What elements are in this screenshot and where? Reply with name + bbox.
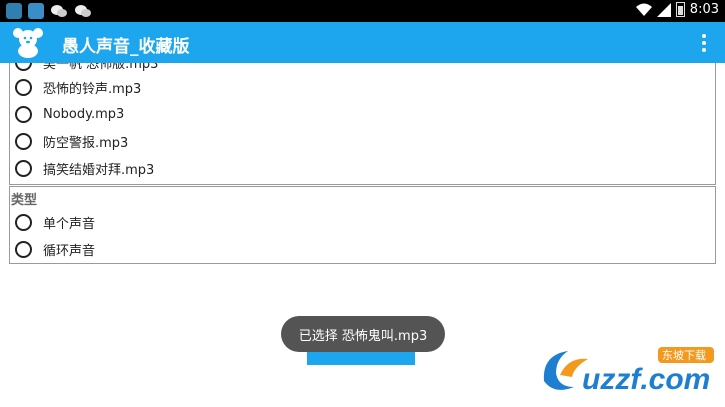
wechat-icon <box>51 5 67 17</box>
sound-item-label: Nobody.mp3 <box>43 107 125 122</box>
type-option[interactable]: 单个声音 <box>10 209 95 236</box>
sound-item[interactable]: 防空警报.mp3 <box>10 128 128 155</box>
radio-button[interactable] <box>15 241 32 258</box>
sound-item[interactable]: 搞笑结婚对拜.mp3 <box>10 155 154 182</box>
svg-text:东坡下载: 东坡下载 <box>662 349 706 362</box>
signal-icon <box>656 2 671 17</box>
toast-message: 已选择 恐怖鬼叫.mp3 <box>281 316 445 352</box>
app-title: 愚人声音_收藏版 <box>62 37 190 57</box>
notification-icons <box>6 3 92 19</box>
action-bar: 愚人声音_收藏版 <box>0 22 725 63</box>
type-option-label: 单个声音 <box>43 217 96 232</box>
battery-icon <box>675 2 685 17</box>
svg-text:uzzf.com: uzzf.com <box>582 363 710 396</box>
sound-item-label: 吴一帆 恐怖版.mp3 <box>43 63 159 72</box>
system-status: 8:03 <box>635 2 719 17</box>
bear-app-icon <box>28 3 44 19</box>
type-option[interactable]: 循环声音 <box>10 236 95 263</box>
sound-item-label: 恐怖的铃声.mp3 <box>43 82 142 97</box>
radio-button[interactable] <box>15 160 32 177</box>
radio-button[interactable] <box>15 106 32 123</box>
sound-item-label: 搞笑结婚对拜.mp3 <box>43 163 155 178</box>
radio-button[interactable] <box>15 79 32 96</box>
type-option-label: 循环声音 <box>43 244 96 259</box>
uzzf-watermark-logo: uzzf.com 东坡下载 <box>543 347 714 396</box>
bear-app-icon <box>6 3 22 19</box>
sound-item[interactable]: 恐怖的铃声.mp3 <box>10 74 141 101</box>
type-group-label: 类型 <box>11 193 38 208</box>
radio-button[interactable] <box>15 63 32 71</box>
bear-app-icon[interactable] <box>10 25 46 59</box>
sound-item[interactable]: Nobody.mp3 <box>10 101 124 128</box>
clock: 8:03 <box>689 2 719 17</box>
type-group: 类型 单个声音 循环声音 <box>9 186 716 264</box>
radio-button[interactable] <box>15 214 32 231</box>
sound-list: 吴一帆 恐怖版.mp3 恐怖的铃声.mp3 Nobody.mp3 防空警报.mp… <box>9 63 716 185</box>
wifi-icon <box>635 3 652 16</box>
sound-item-label: 防空警报.mp3 <box>43 136 129 151</box>
radio-button[interactable] <box>15 133 32 150</box>
status-bar: 8:03 <box>0 0 725 22</box>
wechat-icon <box>75 5 91 17</box>
overflow-menu-icon[interactable] <box>699 32 709 54</box>
